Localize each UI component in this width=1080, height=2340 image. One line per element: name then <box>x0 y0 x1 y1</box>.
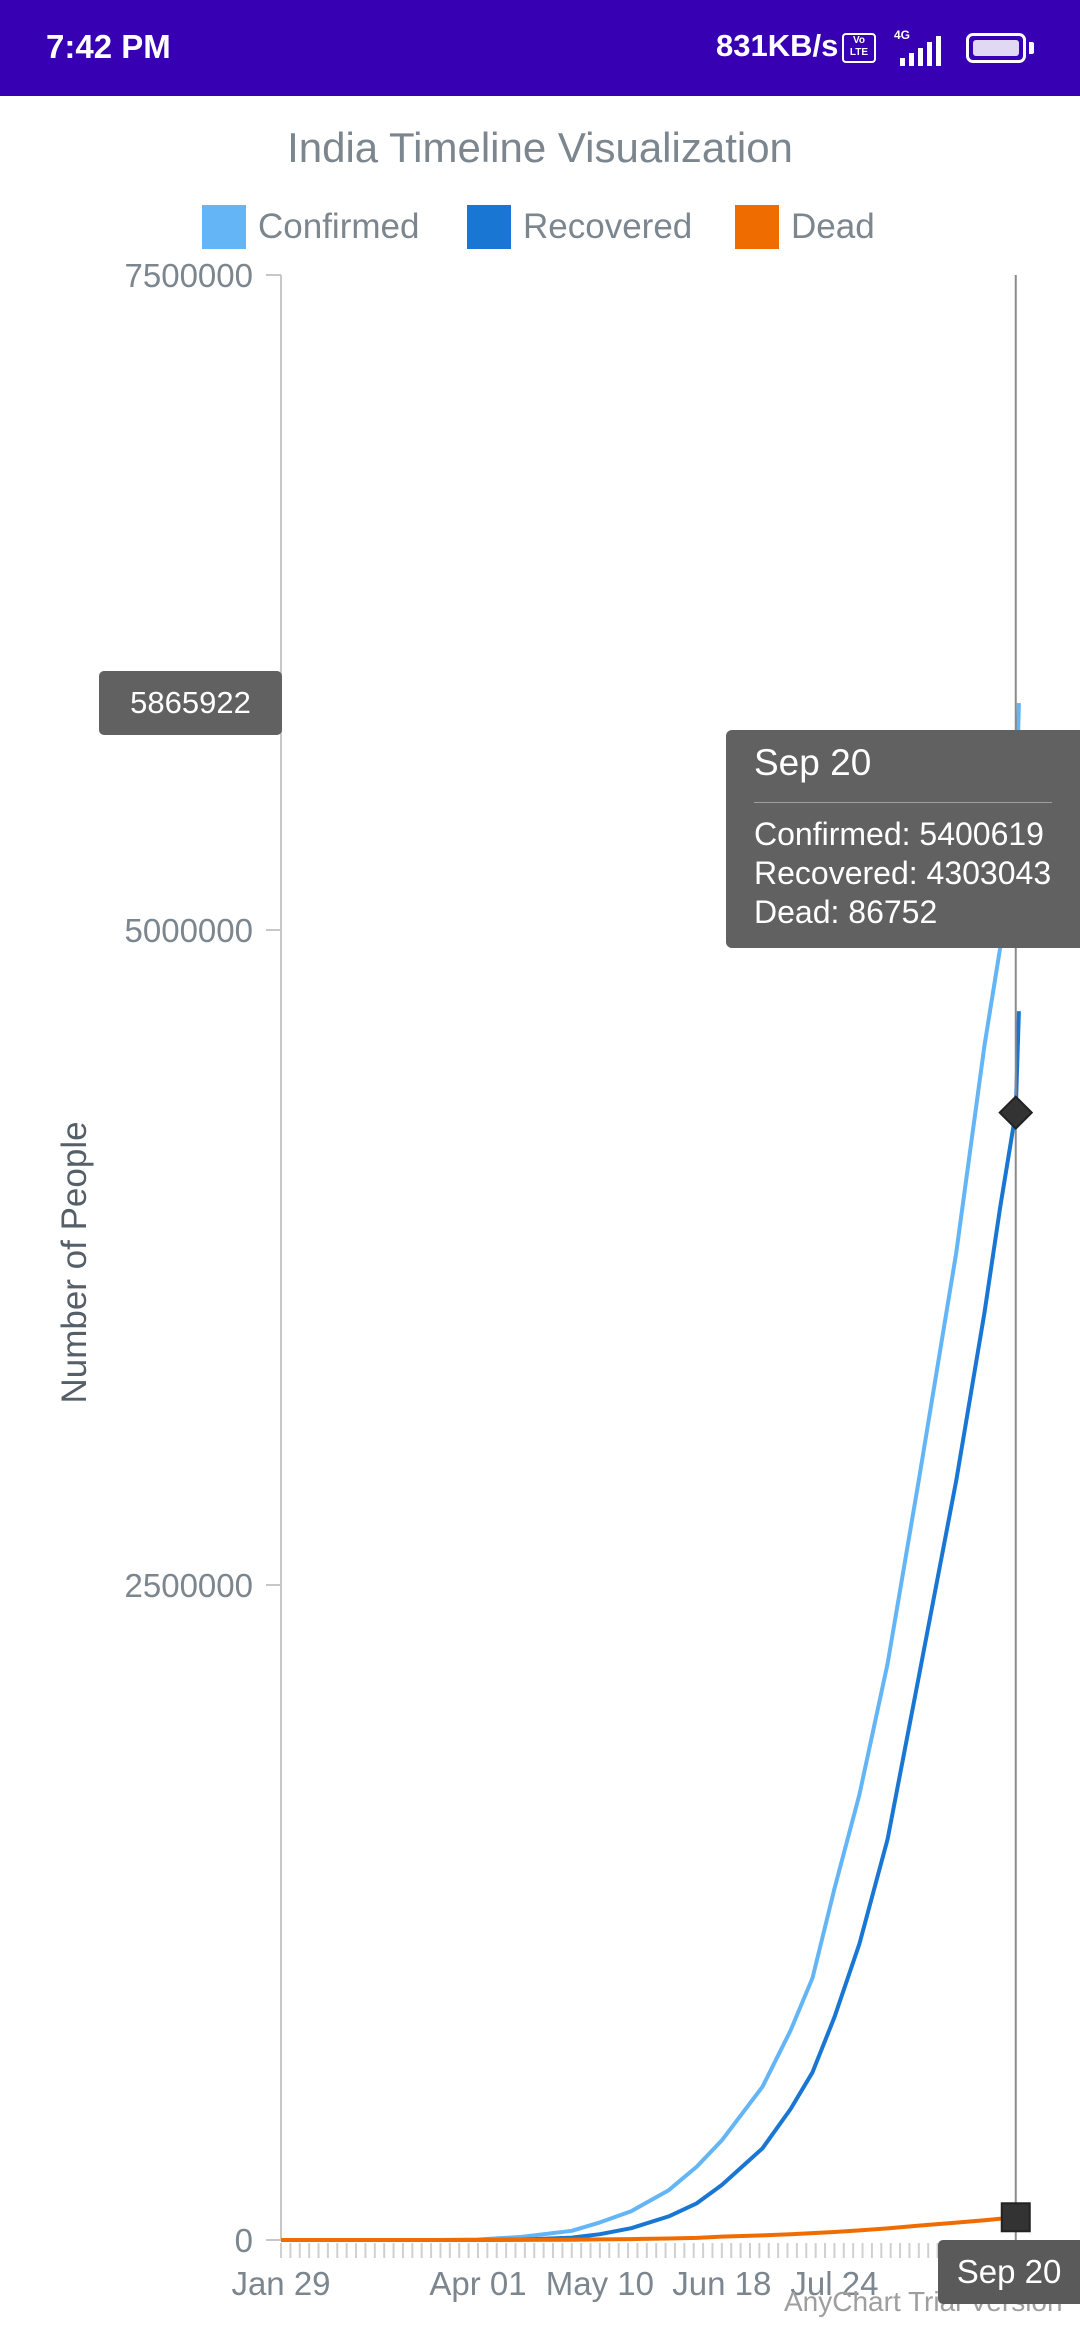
crosshair-y-label: 5865922 <box>99 671 282 735</box>
y-tick-label: 2500000 <box>125 1567 253 1604</box>
tooltip-separator <box>754 802 1052 803</box>
crosshair-x-label: Sep 20 <box>938 2240 1080 2304</box>
chart-plot[interactable]: 0 2500000 5000000 7500000 Number of People Ja… <box>0 0 1080 2340</box>
tooltip-line-recovered: Recovered: 4303043 <box>754 855 1052 891</box>
x-tick-label: May 10 <box>546 2265 654 2302</box>
tooltip-title: Sep 20 <box>754 742 872 783</box>
marker-dead <box>1000 2202 1031 2233</box>
tooltip-line-dead: Dead: 86752 <box>754 894 938 930</box>
y-tick-label: 7500000 <box>125 257 253 294</box>
x-tick-label: Apr 01 <box>429 2265 526 2302</box>
y-axis-title: Number of People <box>55 1121 94 1403</box>
y-tick-label: 5000000 <box>125 912 253 949</box>
y-tick-label: 0 <box>235 2222 253 2259</box>
x-tick-label: Jun 18 <box>672 2265 771 2302</box>
x-tick-label: Jan 29 <box>231 2265 330 2302</box>
tooltip-line-confirmed: Confirmed: 5400619 <box>754 816 1044 852</box>
chart-tooltip: Sep 20 Confirmed: 5400619 Recovered: 430… <box>726 730 1080 948</box>
marker-recovered <box>998 1095 1034 1131</box>
series-line-recovered <box>281 1011 1021 2242</box>
